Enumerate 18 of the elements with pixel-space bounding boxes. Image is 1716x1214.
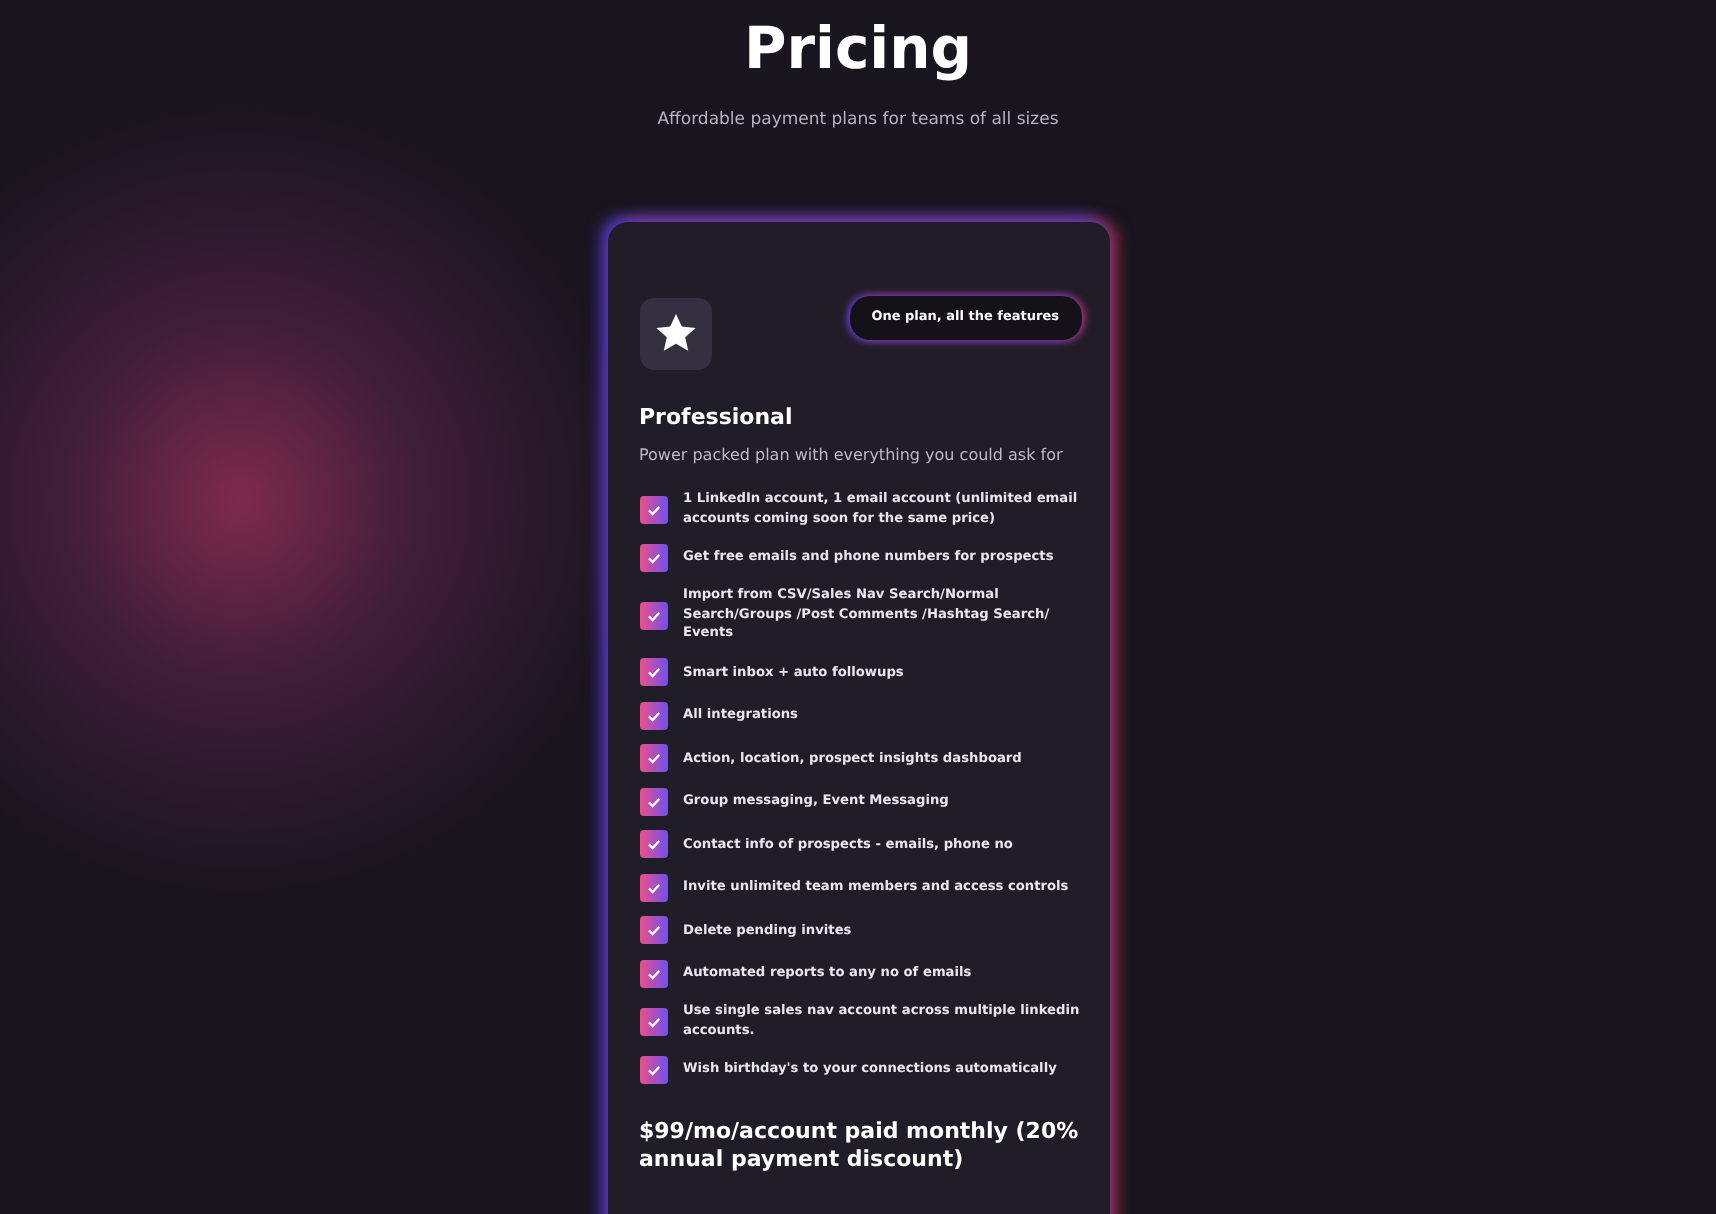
checkmark-icon	[639, 543, 667, 572]
checkmark-icon	[639, 1007, 667, 1036]
checkmark-icon	[639, 495, 667, 524]
plan-description: Power packed plan with everything you could ask for	[639, 444, 1065, 469]
checkmark-icon	[639, 830, 667, 859]
checkmark-icon	[639, 1055, 667, 1084]
checkmark-icon	[639, 601, 667, 629]
checkmark-icon	[639, 658, 667, 687]
plan-price: $99/mo/account paid monthly (20% annual payment discount)	[639, 1117, 1081, 1174]
checkmark-icon	[639, 787, 667, 816]
checkmark-icon	[639, 959, 667, 988]
checkmark-icon	[639, 744, 667, 773]
plan-name: Professional	[639, 401, 795, 434]
checkmark-icon	[639, 701, 667, 730]
page-title: Pricing	[741, 12, 975, 84]
checkmark-icon	[639, 873, 667, 902]
page-subtitle: Affordable payment plans for teams of all sizes	[655, 108, 1061, 134]
checkmark-icon	[639, 916, 667, 945]
